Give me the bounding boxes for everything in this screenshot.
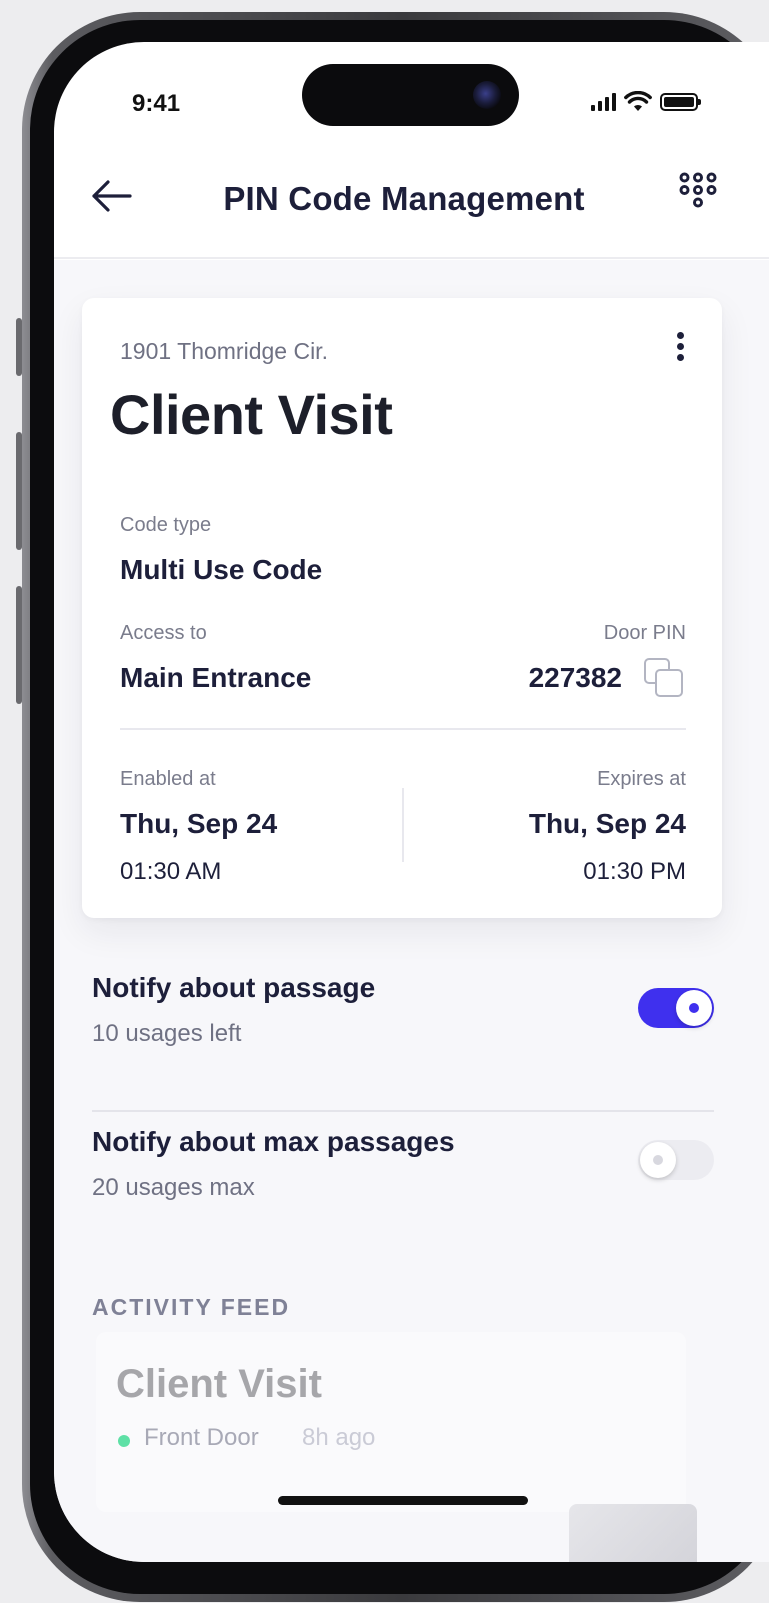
- property-address: 1901 Thomridge Cir.: [120, 338, 328, 364]
- header-divider: [54, 257, 769, 259]
- enabled-at-label: Enabled at: [120, 768, 216, 790]
- notify-passage-toggle[interactable]: [638, 988, 714, 1028]
- enabled-date: Thu, Sep 24: [120, 808, 278, 839]
- next-feed-item-thumbnail: [569, 1504, 697, 1562]
- code-type-label: Code type: [120, 514, 212, 536]
- door-pin-label: Door PIN: [603, 622, 686, 644]
- feed-item-location: Front Door: [144, 1424, 259, 1451]
- nav-header: PIN Code Management: [54, 162, 769, 258]
- wifi-icon: [624, 91, 652, 111]
- access-to-label: Access to: [120, 622, 207, 644]
- access-to-value: Main Entrance: [120, 662, 312, 693]
- toggle-knob: [676, 990, 712, 1026]
- keypad-icon: [679, 172, 717, 208]
- door-pin-value: 227382: [528, 662, 622, 693]
- dynamic-island: [302, 64, 519, 126]
- activity-feed-heading: ACTIVITY FEED: [92, 1294, 291, 1320]
- expires-time: 01:30 PM: [583, 858, 686, 885]
- status-dot-icon: [118, 1435, 130, 1447]
- feed-item-time: 8h ago: [302, 1424, 376, 1451]
- status-time: 9:41: [132, 90, 181, 117]
- pin-code-card: 1901 Thomridge Cir. Client Visit Code ty…: [82, 298, 722, 918]
- app-screen: 9:41 PIN Code Management 1901 Thomridge …: [54, 42, 769, 1562]
- notify-max-toggle[interactable]: [638, 1140, 714, 1180]
- copy-pin-button[interactable]: [642, 656, 686, 700]
- enabled-time: 01:30 AM: [120, 858, 222, 885]
- activity-feed-item[interactable]: Client Visit Front Door 8h ago: [96, 1332, 686, 1512]
- front-camera: [473, 81, 501, 109]
- notify-max-title: Notify about max passages: [92, 1126, 455, 1157]
- notify-passage-title: Notify about passage: [92, 972, 376, 1003]
- copy-icon: [644, 658, 683, 697]
- status-icons: [591, 90, 701, 114]
- notify-passage-subtitle: 10 usages left: [92, 1020, 242, 1047]
- cellular-signal-icon: [591, 93, 616, 111]
- more-vertical-icon: [676, 332, 684, 339]
- feed-item-title: Client Visit: [116, 1362, 322, 1406]
- expires-date: Thu, Sep 24: [528, 808, 686, 839]
- card-divider: [120, 728, 686, 730]
- battery-icon: [660, 93, 701, 111]
- expires-at-label: Expires at: [597, 768, 686, 790]
- keypad-button[interactable]: [678, 170, 718, 214]
- date-divider: [402, 788, 404, 862]
- settings-divider: [92, 1110, 714, 1112]
- pin-code-title: Client Visit: [110, 383, 393, 446]
- more-options-button[interactable]: [664, 328, 696, 368]
- page-title: PIN Code Management: [223, 180, 585, 217]
- home-indicator[interactable]: [278, 1496, 528, 1505]
- notify-max-subtitle: 20 usages max: [92, 1174, 255, 1201]
- toggle-knob: [640, 1142, 676, 1178]
- code-type-value: Multi Use Code: [120, 554, 323, 585]
